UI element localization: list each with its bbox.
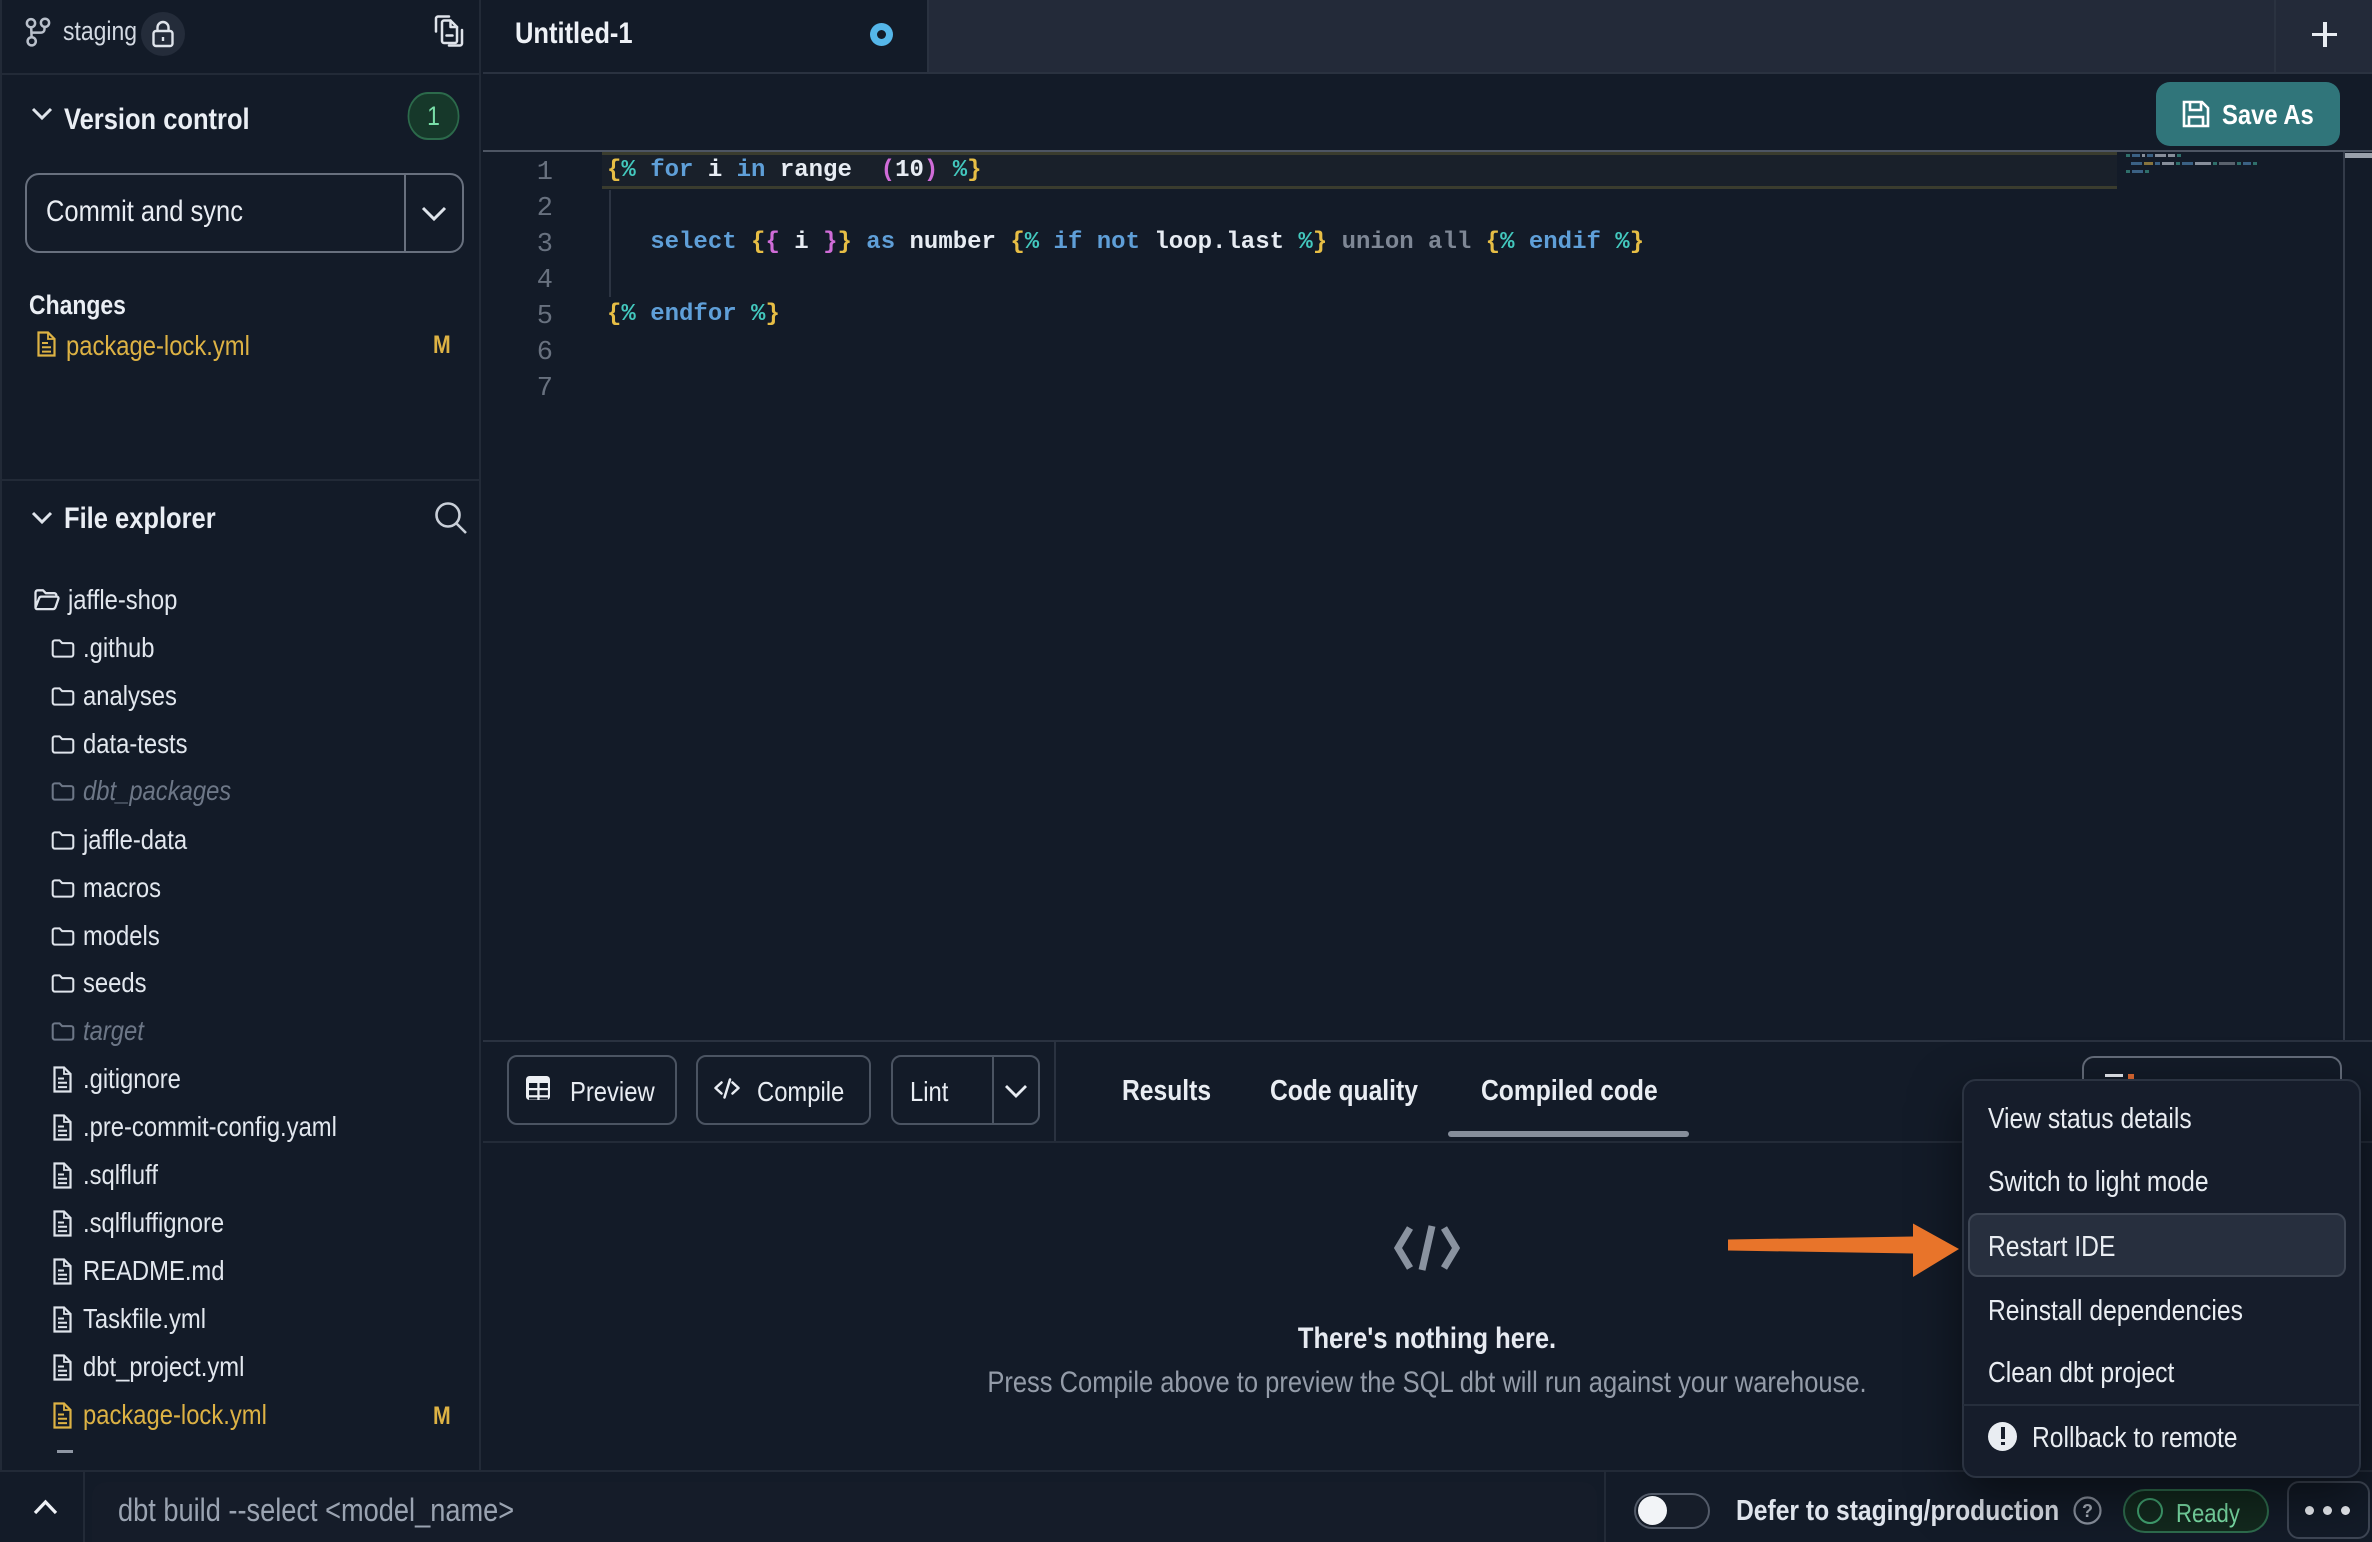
svg-text:?: ? — [2082, 1501, 2093, 1521]
